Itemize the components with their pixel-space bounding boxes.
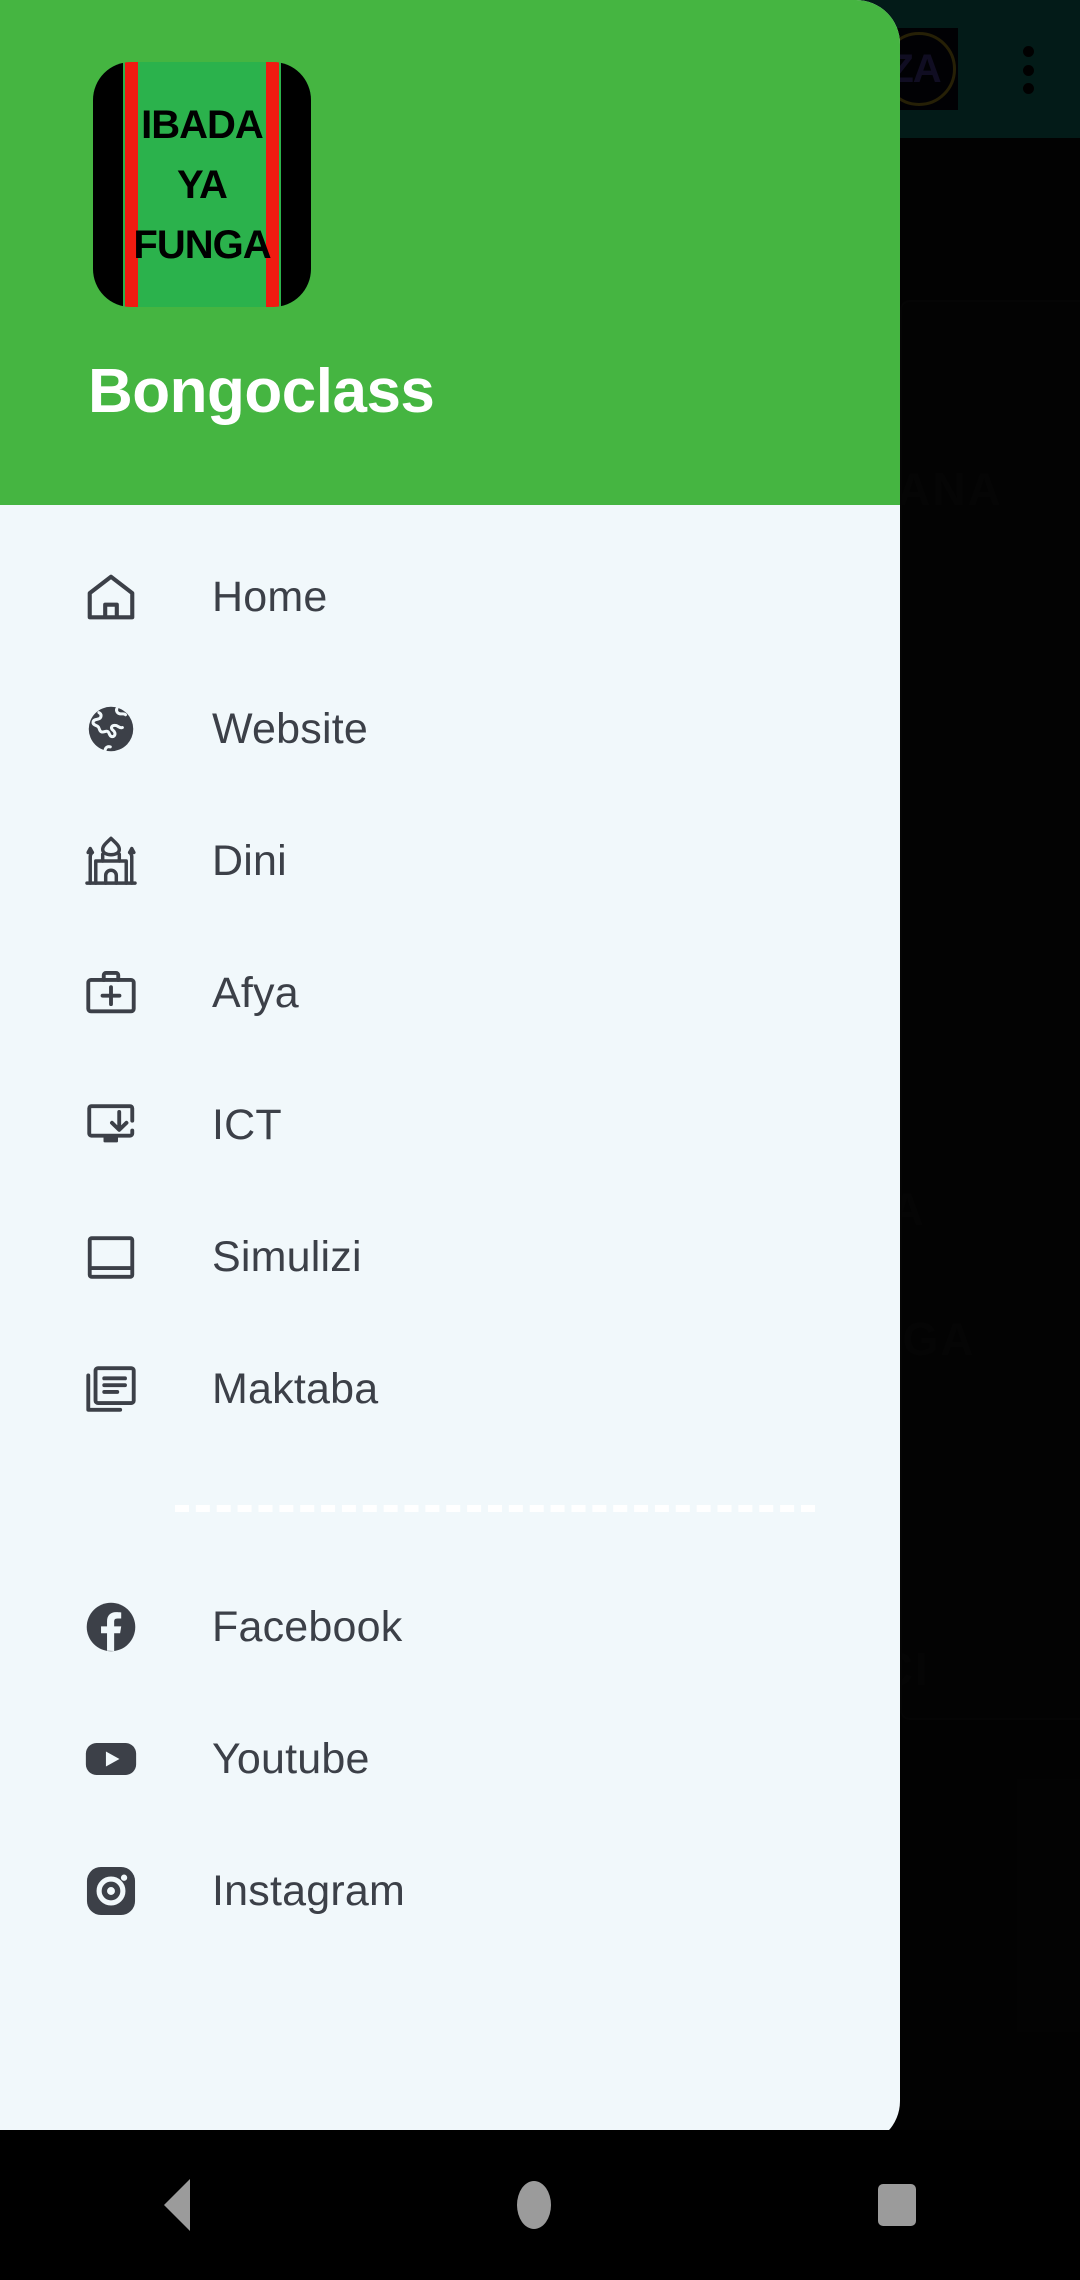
menu-item-label: Instagram <box>212 1866 405 1915</box>
menu-item-maktaba[interactable]: Maktaba <box>0 1323 900 1455</box>
menu-item-label: Afya <box>212 968 299 1017</box>
back-button[interactable] <box>163 2179 190 2231</box>
menu-item-dini[interactable]: Dini <box>0 795 900 927</box>
screen: ZA IMANA ZI YA UNGA JCI <box>0 0 1080 2280</box>
drawer-menu: Home Website Dini Afya ICT Simulizi Makt… <box>0 505 900 1957</box>
menu-item-label: Youtube <box>212 1734 370 1783</box>
home-button[interactable] <box>516 2181 551 2229</box>
logo-line-3: FUNGA <box>133 222 271 267</box>
menu-item-instagram[interactable]: Instagram <box>0 1825 900 1957</box>
menu-item-facebook[interactable]: Facebook <box>0 1561 900 1693</box>
logo-black-bar-left <box>93 62 123 307</box>
menu-item-label: Website <box>212 704 368 753</box>
home-icon <box>78 564 144 630</box>
menu-item-label: Facebook <box>212 1602 403 1651</box>
menu-item-youtube[interactable]: Youtube <box>0 1693 900 1825</box>
logo-line-2: YA <box>177 162 228 207</box>
youtube-icon <box>78 1726 144 1792</box>
menu-divider-wrap <box>0 1455 900 1561</box>
book-icon <box>78 1224 144 1290</box>
logo-line-1: IBADA <box>141 102 264 147</box>
system-navigation-bar <box>0 2130 1080 2280</box>
logo-red-bar-left <box>125 62 138 307</box>
logo-red-bar-right <box>266 62 279 307</box>
recents-button[interactable] <box>878 2184 917 2226</box>
instagram-icon <box>78 1858 144 1924</box>
menu-item-website[interactable]: Website <box>0 663 900 795</box>
app-logo: IBADA YA FUNGA <box>93 62 311 307</box>
medical-kit-icon <box>78 960 144 1026</box>
facebook-icon <box>78 1594 144 1660</box>
menu-item-label: Dini <box>212 836 287 885</box>
menu-item-label: Simulizi <box>212 1232 362 1281</box>
menu-item-label: ICT <box>212 1100 282 1149</box>
navigation-drawer: IBADA YA FUNGA Bongoclass Home Website D… <box>0 0 900 2145</box>
menu-divider <box>175 1504 815 1512</box>
drawer-header: IBADA YA FUNGA Bongoclass <box>0 0 900 505</box>
menu-item-afya[interactable]: Afya <box>0 927 900 1059</box>
menu-item-home[interactable]: Home <box>0 531 900 663</box>
library-icon <box>78 1356 144 1422</box>
app-title: Bongoclass <box>88 357 435 426</box>
mosque-icon <box>78 828 144 894</box>
menu-item-simulizi[interactable]: Simulizi <box>0 1191 900 1323</box>
menu-item-label: Maktaba <box>212 1364 379 1413</box>
logo-inner: IBADA YA FUNGA <box>133 62 272 307</box>
menu-item-ict[interactable]: ICT <box>0 1059 900 1191</box>
logo-black-bar-right <box>281 62 311 307</box>
globe-icon <box>78 696 144 762</box>
monitor-download-icon <box>78 1092 144 1158</box>
menu-item-label: Home <box>212 572 328 621</box>
